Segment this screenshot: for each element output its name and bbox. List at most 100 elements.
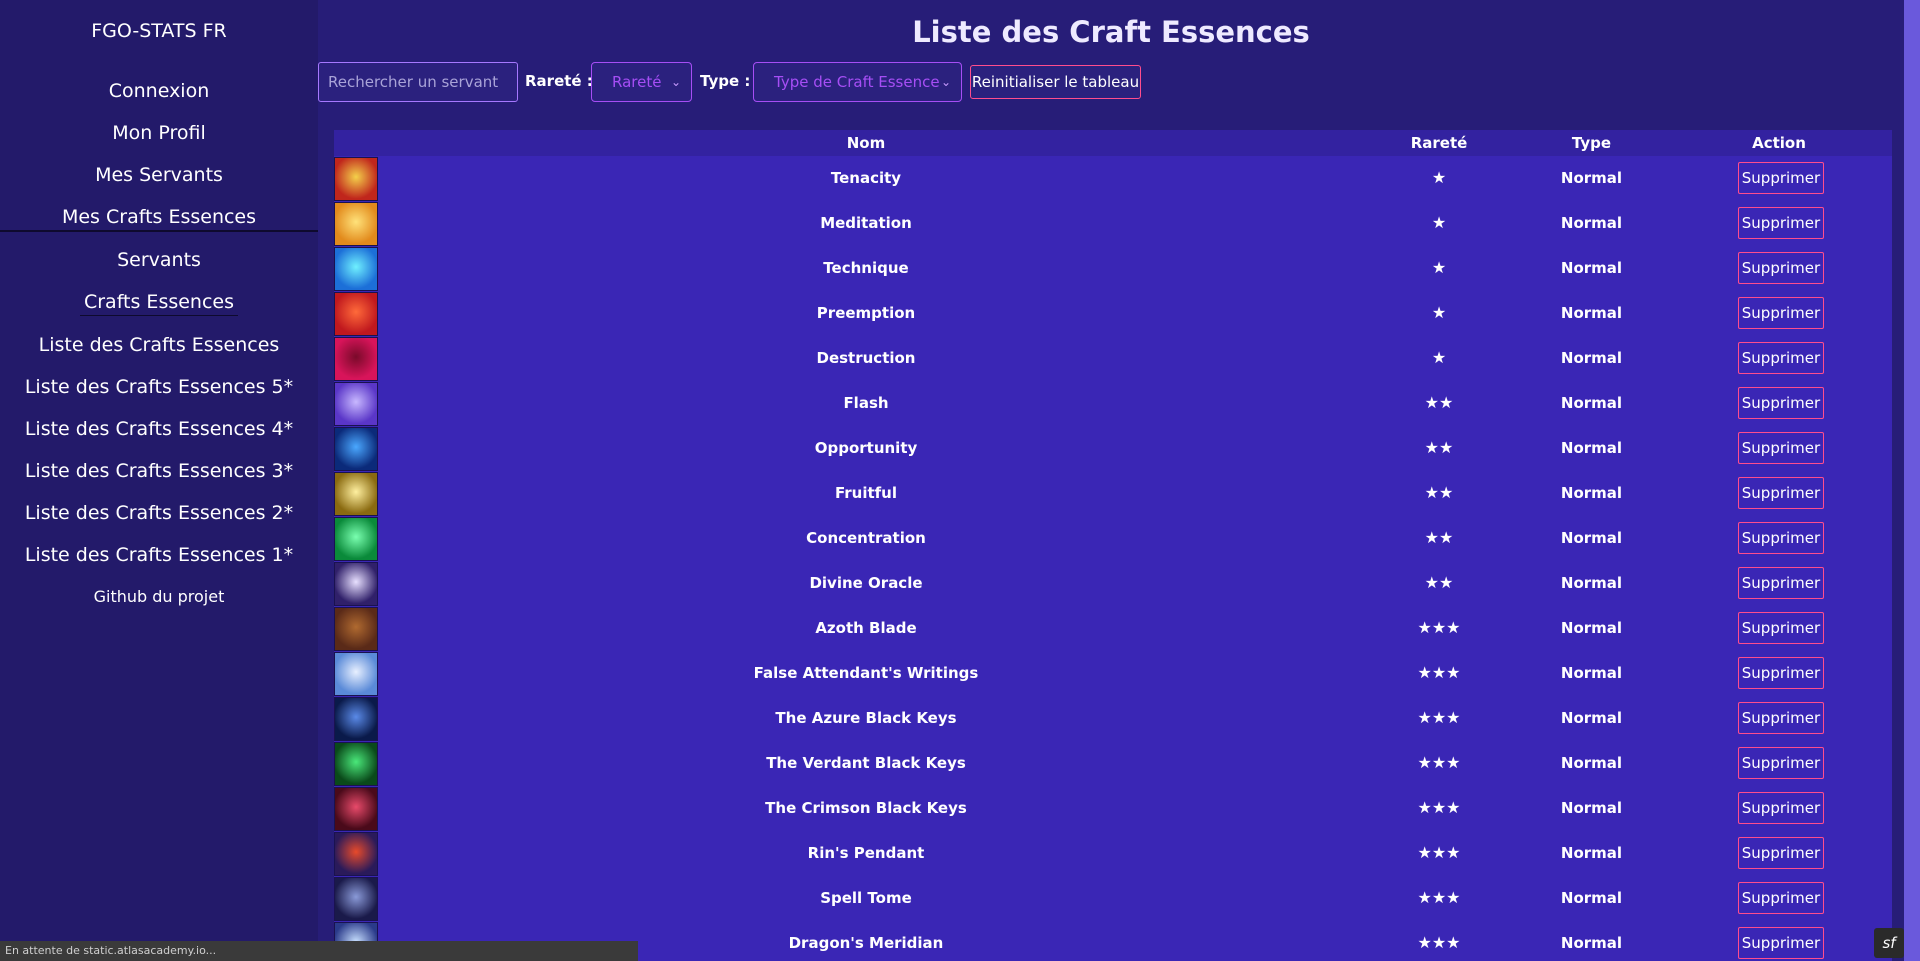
ce-name[interactable]: Tenacity xyxy=(378,169,1354,187)
ce-name[interactable]: Rin's Pendant xyxy=(378,844,1354,862)
delete-button[interactable]: Supprimer xyxy=(1738,477,1824,509)
ce-name[interactable]: Spell Tome xyxy=(378,889,1354,907)
nav-mon-profil[interactable]: Mon Profil xyxy=(0,112,318,154)
ce-name[interactable]: Opportunity xyxy=(378,439,1354,457)
craft-essence-thumbnail[interactable] xyxy=(334,697,378,741)
header-type[interactable]: Type xyxy=(1544,134,1639,152)
table-row: Azoth Blade ★★★ Normal Supprimer xyxy=(334,607,1892,652)
table-row: The Crimson Black Keys ★★★ Normal Supprimer xyxy=(334,787,1892,832)
ce-type: Normal xyxy=(1560,394,1623,412)
ce-name[interactable]: Destruction xyxy=(378,349,1354,367)
craft-essence-thumbnail[interactable] xyxy=(334,877,378,921)
nav-servants[interactable]: Servants xyxy=(0,239,318,281)
delete-button[interactable]: Supprimer xyxy=(1738,747,1824,779)
ce-name[interactable]: Concentration xyxy=(378,529,1354,547)
ce-name[interactable]: Technique xyxy=(378,259,1354,277)
table-row: False Attendant's Writings ★★★ Normal Suppr… xyxy=(334,652,1892,697)
nav-github[interactable]: Github du projet xyxy=(0,576,318,618)
ce-name[interactable]: Azoth Blade xyxy=(378,619,1354,637)
delete-button[interactable]: Supprimer xyxy=(1738,297,1824,329)
chevron-down-icon: ⌄ xyxy=(940,75,951,89)
nav-mes-servants[interactable]: Mes Servants xyxy=(0,154,318,196)
nav-crafts-essences[interactable]: Crafts Essences xyxy=(0,281,318,323)
search-input[interactable] xyxy=(318,62,518,102)
ce-rarity: ★★★ xyxy=(1417,888,1461,907)
delete-button[interactable]: Supprimer xyxy=(1738,387,1824,419)
table-row: Divine Oracle ★★ Normal Supprimer xyxy=(334,562,1892,607)
ce-name[interactable]: The Azure Black Keys xyxy=(378,709,1354,727)
ce-name[interactable]: The Verdant Black Keys xyxy=(378,754,1354,772)
craft-essence-thumbnail[interactable] xyxy=(334,607,378,651)
ce-rarity: ★★ xyxy=(1424,528,1454,547)
delete-button[interactable]: Supprimer xyxy=(1738,792,1824,824)
rarity-select[interactable]: Rareté ⌄ xyxy=(591,62,692,102)
delete-button[interactable]: Supprimer xyxy=(1738,927,1824,959)
table-row: Tenacity ★ Normal Supprimer xyxy=(334,157,1892,202)
ce-type: Normal xyxy=(1560,934,1623,952)
craft-essence-thumbnail[interactable] xyxy=(334,427,378,471)
nav-connexion[interactable]: Connexion xyxy=(0,70,318,112)
craft-essence-thumbnail[interactable] xyxy=(334,247,378,291)
craft-essence-thumbnail[interactable] xyxy=(334,292,378,336)
header-rarity[interactable]: Rareté xyxy=(1394,134,1484,152)
nav-divider xyxy=(0,230,318,232)
delete-button[interactable]: Supprimer xyxy=(1738,882,1824,914)
craft-essence-thumbnail[interactable] xyxy=(334,472,378,516)
delete-button[interactable]: Supprimer xyxy=(1738,702,1824,734)
craft-essence-thumbnail[interactable] xyxy=(334,382,378,426)
table-row: Meditation ★ Normal Supprimer xyxy=(334,202,1892,247)
craft-essence-thumbnail[interactable] xyxy=(334,337,378,381)
delete-button[interactable]: Supprimer xyxy=(1738,612,1824,644)
ce-name[interactable]: False Attendant's Writings xyxy=(378,664,1354,682)
ce-rarity: ★★★ xyxy=(1417,753,1461,772)
ce-name[interactable]: Divine Oracle xyxy=(378,574,1354,592)
ce-rarity: ★ xyxy=(1431,348,1447,367)
ce-type: Normal xyxy=(1560,259,1623,277)
type-select[interactable]: Type de Craft Essence ⌄ xyxy=(753,62,962,102)
brand-title[interactable]: FGO-STATS FR xyxy=(0,20,318,42)
nav-liste-ce-2[interactable]: Liste des Crafts Essences 2* xyxy=(0,492,318,534)
craft-essence-thumbnail[interactable] xyxy=(334,787,378,831)
ce-rarity: ★★★ xyxy=(1417,798,1461,817)
sidebar: FGO-STATS FR Connexion Mon Profil Mes Se… xyxy=(0,0,318,961)
delete-button[interactable]: Supprimer xyxy=(1738,162,1824,194)
delete-button[interactable]: Supprimer xyxy=(1738,252,1824,284)
delete-button[interactable]: Supprimer xyxy=(1738,837,1824,869)
ce-type: Normal xyxy=(1560,799,1623,817)
nav-liste-ce-3[interactable]: Liste des Crafts Essences 3* xyxy=(0,450,318,492)
reset-table-button[interactable]: Reinitialiser le tableau xyxy=(970,65,1141,99)
craft-essence-thumbnail[interactable] xyxy=(334,202,378,246)
ce-name[interactable]: The Crimson Black Keys xyxy=(378,799,1354,817)
table-row: Concentration ★★ Normal Supprimer xyxy=(334,517,1892,562)
ce-name[interactable]: Preemption xyxy=(378,304,1354,322)
craft-essence-thumbnail[interactable] xyxy=(334,742,378,786)
ce-rarity: ★ xyxy=(1431,168,1447,187)
craft-essence-thumbnail[interactable] xyxy=(334,157,378,201)
nav-liste-ce-5[interactable]: Liste des Crafts Essences 5* xyxy=(0,366,318,408)
ce-type: Normal xyxy=(1560,484,1623,502)
ce-name[interactable]: Meditation xyxy=(378,214,1354,232)
delete-button[interactable]: Supprimer xyxy=(1738,432,1824,464)
craft-essence-thumbnail[interactable] xyxy=(334,562,378,606)
delete-button[interactable]: Supprimer xyxy=(1738,342,1824,374)
delete-button[interactable]: Supprimer xyxy=(1738,657,1824,689)
craft-essence-thumbnail[interactable] xyxy=(334,832,378,876)
delete-button[interactable]: Supprimer xyxy=(1738,567,1824,599)
delete-button[interactable]: Supprimer xyxy=(1738,207,1824,239)
ce-type: Normal xyxy=(1560,439,1623,457)
ce-type: Normal xyxy=(1560,169,1623,187)
ce-rarity: ★★★ xyxy=(1417,933,1461,952)
nav-liste-ce[interactable]: Liste des Crafts Essences xyxy=(0,324,318,366)
table-row: Preemption ★ Normal Supprimer xyxy=(334,292,1892,337)
header-name[interactable]: Nom xyxy=(378,134,1354,152)
symfony-toolbar-icon[interactable]: sf xyxy=(1874,928,1904,958)
scrollbar[interactable] xyxy=(1904,0,1920,961)
delete-button[interactable]: Supprimer xyxy=(1738,522,1824,554)
craft-essence-thumbnail[interactable] xyxy=(334,652,378,696)
nav-liste-ce-1[interactable]: Liste des Crafts Essences 1* xyxy=(0,534,318,576)
ce-name[interactable]: Flash xyxy=(378,394,1354,412)
craft-essence-thumbnail[interactable] xyxy=(334,517,378,561)
ce-name[interactable]: Fruitful xyxy=(378,484,1354,502)
browser-status-bar: En attente de static.atlasacademy.io... xyxy=(0,941,638,961)
nav-liste-ce-4[interactable]: Liste des Crafts Essences 4* xyxy=(0,408,318,450)
